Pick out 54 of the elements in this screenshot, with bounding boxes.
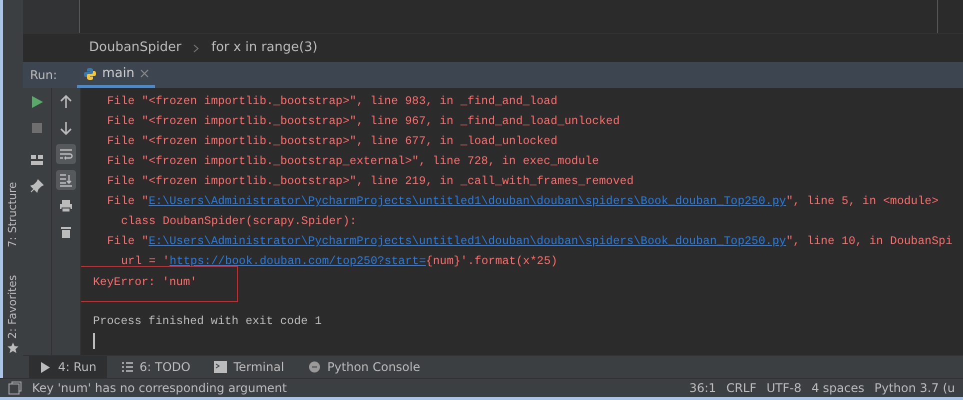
chevron-icon [193,44,200,52]
panel-toggle-icon[interactable] [8,381,22,395]
console-text: File " [107,195,149,208]
console-text: ", line 5, in <module> [786,195,939,208]
console-text: File "<frozen importlib._bootstrap>", line 677, in _load_unlocked [107,135,558,148]
console-text: url = ' [121,255,170,268]
list-icon [120,361,134,373]
console-text: ", line 10, in DoubanSpi [786,235,952,248]
play-icon [39,361,52,373]
console-text: Process finished with exit code 1 [93,315,322,328]
side-tab[interactable]: 7: Structure [4,182,22,248]
side-tab[interactable]: 2: Favorites [4,275,22,339]
status-item[interactable]: 36:1 [689,379,716,397]
breadcrumb-item[interactable]: for x in range(3) [211,38,318,58]
python-logo-icon [83,66,98,80]
console-text: File "<frozen importlib._bootstrap_external>", line 728, in exec_module [107,155,599,168]
run-tab[interactable]: main [77,62,155,88]
python-console-icon [308,361,322,373]
panel-title: Run: [30,67,58,84]
file-link[interactable]: E:\Users\Administrator\PycharmProjects\untitled1\douban\douban\spiders\Book_douban_Top250.py [148,195,786,208]
terminal-icon [214,361,228,373]
console-text: File " [107,235,149,248]
scroll-to-end-toggle[interactable] [56,170,76,190]
tool-tab[interactable]: 6: TODO [110,356,200,378]
file-link[interactable]: https://book.douban.com/top250?start= [170,255,426,268]
down-arrow-icon [58,120,74,136]
trash-icon [58,224,74,240]
text-cursor [93,332,95,349]
run-icon[interactable] [29,94,45,110]
soft-wrap-toggle[interactable] [56,144,76,164]
print-icon [58,198,74,214]
layout-icon[interactable] [29,152,45,168]
scroll-to-end-icon [58,172,74,188]
tab-label: main [102,64,135,83]
star-icon [7,342,19,354]
pin-icon[interactable] [29,178,45,194]
breadcrumb-item[interactable]: DoubanSpider [89,38,182,58]
close-icon[interactable] [140,69,149,78]
console-text: File "<frozen importlib._bootstrap>", line 983, in _find_and_load [107,95,558,108]
file-link[interactable]: E:\Users\Administrator\PycharmProjects\untitled1\douban\douban\spiders\Book_douban_Top250.py [148,235,786,248]
status-item[interactable]: UTF-8 [766,379,802,397]
tool-tab[interactable]: 4: Run [29,356,107,378]
tool-tab[interactable]: Terminal [204,356,294,378]
tool-tab[interactable]: Python Console [298,356,430,378]
up-arrow-icon [58,94,74,110]
status-message: Key 'num' has no corresponding argument [32,380,288,397]
console-text: File "<frozen importlib._bootstrap>", line 967, in _find_and_load_unlocked [107,115,620,128]
console-text: File "<frozen importlib._bootstrap>", line 219, in _call_with_frames_removed [107,175,634,188]
status-item[interactable]: Python 3.7 (u [874,379,955,397]
console-text: {num}'.format(x*25) [426,255,558,268]
console-text: KeyError: 'num' [93,276,197,289]
status-item[interactable]: CRLF [726,379,756,397]
console-text: class DoubanSpider(scrapy.Spider): [121,215,357,228]
status-item[interactable]: 4 spaces [811,379,864,397]
